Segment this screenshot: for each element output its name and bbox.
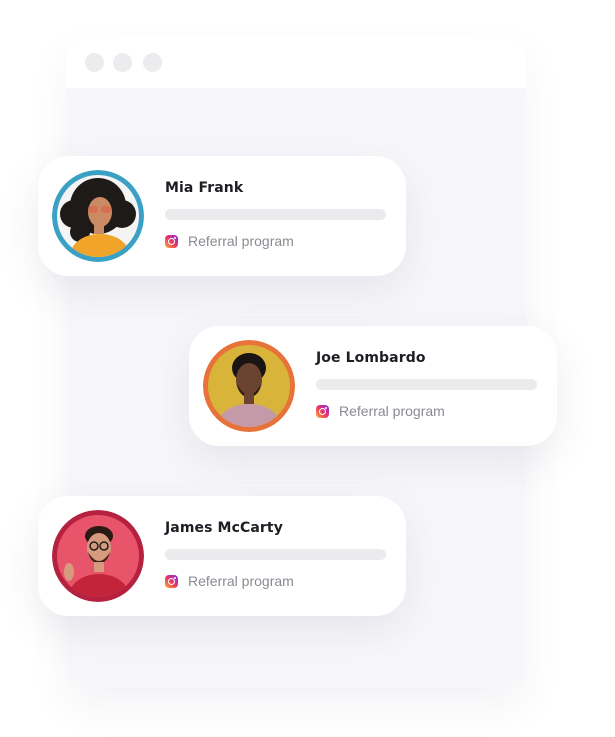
user-card[interactable]: James McCarty Referral program: [38, 496, 406, 616]
avatar-photo: [52, 510, 144, 602]
user-name: James McCarty: [165, 520, 283, 536]
source-label: Referral program: [188, 233, 294, 249]
instagram-icon: [165, 574, 178, 588]
source-row: Referral program: [316, 403, 445, 419]
source-label: Referral program: [339, 403, 445, 419]
window-title-bar: [66, 38, 526, 88]
source-row: Referral program: [165, 233, 294, 249]
avatar: [203, 340, 295, 432]
user-name: Joe Lombardo: [316, 350, 426, 366]
user-card[interactable]: Joe Lombardo Referral program: [189, 326, 557, 446]
avatar-photo: [203, 340, 295, 432]
instagram-icon: [165, 234, 178, 248]
avatar: [52, 170, 144, 262]
placeholder-bar: [165, 549, 386, 560]
avatar-photo: [52, 170, 144, 262]
placeholder-bar: [316, 379, 537, 390]
window-dot[interactable]: [85, 53, 104, 72]
source-label: Referral program: [188, 573, 294, 589]
user-card[interactable]: Mia Frank Referral program: [38, 156, 406, 276]
stage: Mia Frank Referral program Joe Lombardo …: [0, 0, 615, 737]
source-row: Referral program: [165, 573, 294, 589]
placeholder-bar: [165, 209, 386, 220]
window-dot[interactable]: [113, 53, 132, 72]
user-name: Mia Frank: [165, 180, 244, 196]
window-dot[interactable]: [143, 53, 162, 72]
instagram-icon: [316, 404, 329, 418]
avatar: [52, 510, 144, 602]
